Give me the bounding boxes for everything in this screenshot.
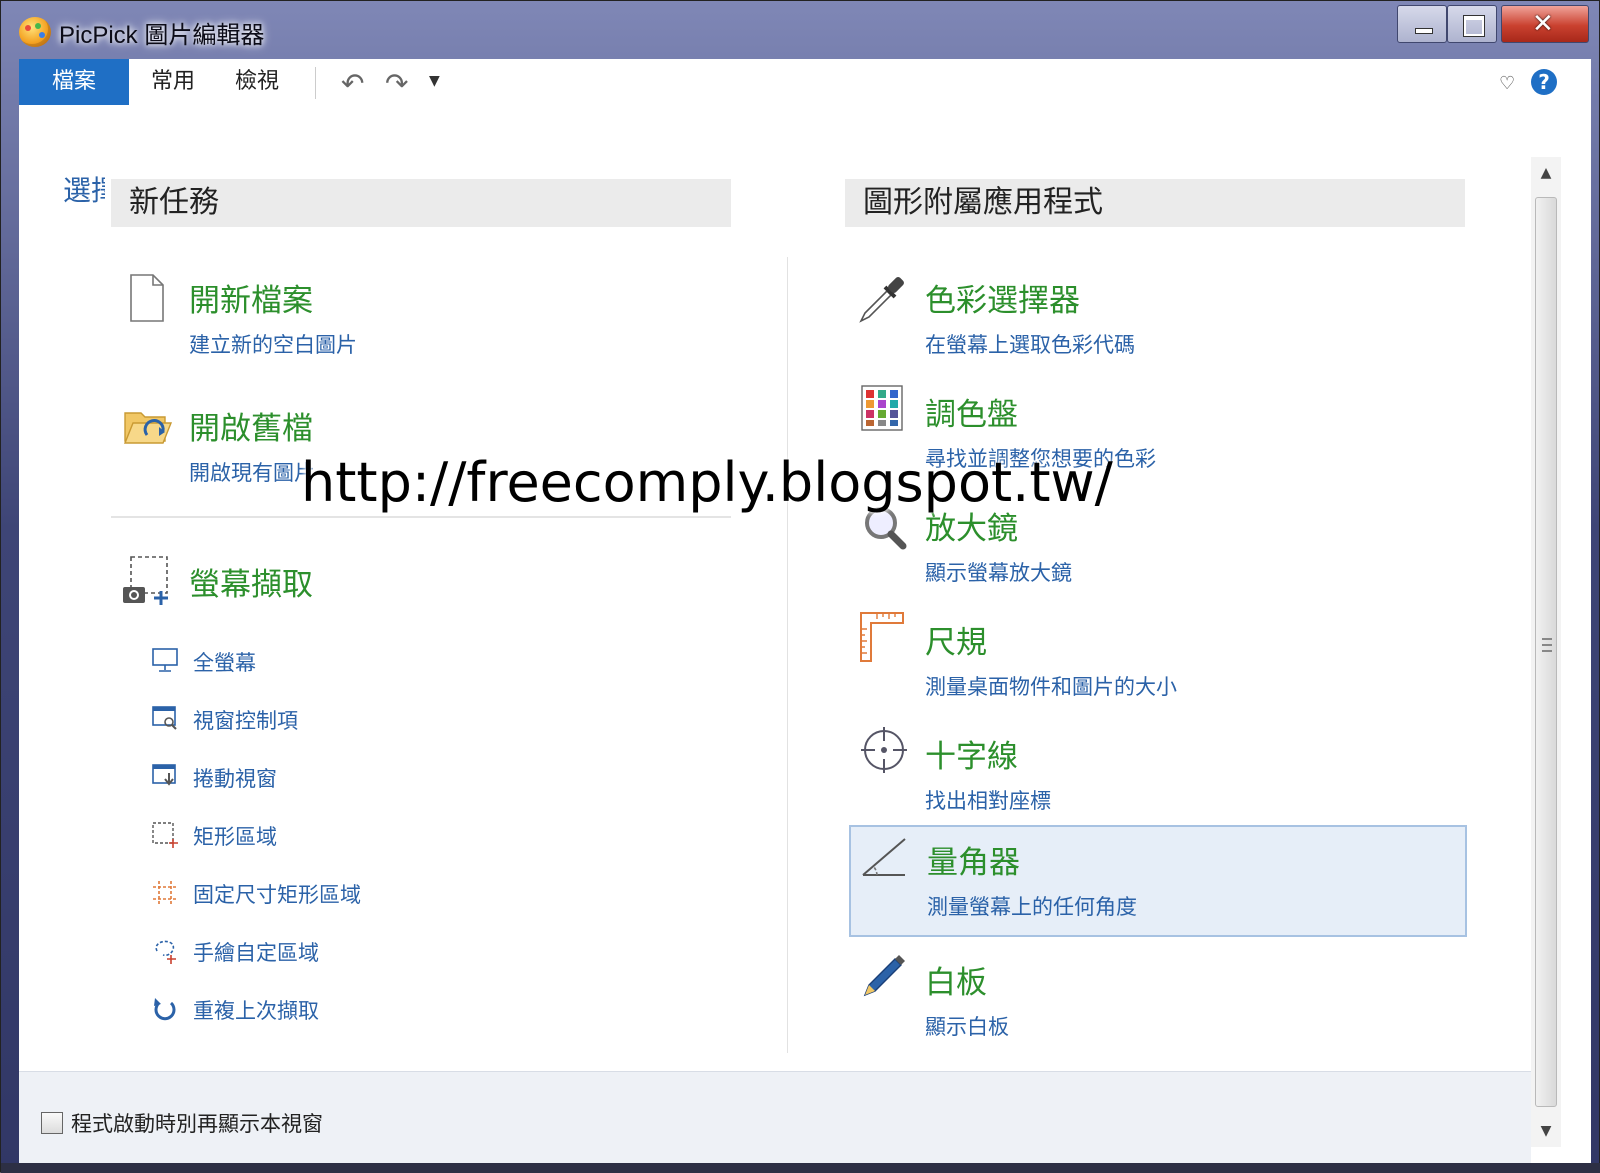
item-title: 尺規 bbox=[925, 625, 987, 661]
item-desc: 顯示白板 bbox=[925, 1015, 1009, 1039]
whiteboard-pen-icon bbox=[863, 955, 905, 997]
capture-freehand[interactable]: 手繪自定區域 bbox=[149, 933, 549, 973]
partial-label: 選擇 bbox=[63, 174, 105, 207]
item-title: 開啟舊檔 bbox=[189, 411, 313, 447]
capture-option-label: 固定尺寸矩形區域 bbox=[193, 883, 361, 907]
new-file-icon bbox=[130, 274, 164, 322]
vertical-scrollbar[interactable]: ▲ ▼ bbox=[1531, 157, 1561, 1147]
item-title: 白板 bbox=[925, 965, 987, 1001]
close-button[interactable] bbox=[1501, 5, 1589, 43]
item-title: 螢幕擷取 bbox=[189, 567, 313, 603]
dont-show-label[interactable]: 程式啟動時別再顯示本視窗 bbox=[71, 1108, 323, 1138]
capture-option-label: 捲動視窗 bbox=[193, 767, 277, 791]
window-title: PicPick 圖片編輯器 bbox=[59, 22, 265, 49]
scroll-window-icon bbox=[152, 764, 176, 786]
eyedropper-icon bbox=[859, 277, 904, 323]
crosshair-item[interactable]: 十字線 找出相對座標 bbox=[853, 723, 1453, 819]
start-screen: 檔案 常用 檢視 ↶ ↷ ▼ ♡ ? 選擇 新任務 圖形附屬應用程式 開新檔案 … bbox=[19, 59, 1591, 1164]
tab-home[interactable]: 常用 bbox=[151, 59, 195, 105]
screen-capture-item[interactable]: 螢幕擷取 bbox=[119, 551, 679, 611]
item-desc: 在螢幕上選取色彩代碼 bbox=[925, 333, 1135, 357]
capture-option-label: 視窗控制項 bbox=[193, 709, 298, 733]
item-desc: 建立新的空白圖片 bbox=[189, 333, 357, 357]
accessories-header: 圖形附屬應用程式 bbox=[845, 179, 1465, 227]
capture-option-label: 重複上次擷取 bbox=[193, 999, 319, 1023]
item-title: 開新檔案 bbox=[189, 283, 313, 319]
redo-icon[interactable]: ↷ bbox=[385, 67, 408, 100]
capture-option-label: 矩形區域 bbox=[193, 825, 277, 849]
watermark-url: http://freecomply.blogspot.tw/ bbox=[301, 451, 1113, 514]
scrollbar-thumb[interactable] bbox=[1535, 197, 1557, 1107]
new-file-item[interactable]: 開新檔案 建立新的空白圖片 bbox=[119, 267, 679, 363]
capture-rect-region[interactable]: 矩形區域 bbox=[149, 817, 549, 857]
title-bar[interactable]: PicPick 圖片編輯器 bbox=[1, 1, 1600, 59]
item-desc: 開啟現有圖片 bbox=[189, 461, 315, 485]
protractor-item-selected[interactable]: 量角器 測量螢幕上的任何角度 bbox=[849, 825, 1467, 937]
capture-fullscreen[interactable]: 全螢幕 bbox=[149, 643, 549, 683]
whiteboard-item[interactable]: 白板 顯示白板 bbox=[853, 949, 1453, 1045]
crosshair-icon bbox=[861, 727, 907, 773]
undo-icon[interactable]: ↶ bbox=[341, 67, 364, 100]
item-title: 量角器 bbox=[927, 845, 1020, 881]
screen-capture-icon bbox=[123, 556, 168, 605]
capture-option-label: 手繪自定區域 bbox=[193, 941, 319, 965]
help-icon[interactable]: ? bbox=[1531, 69, 1557, 95]
protractor-icon bbox=[862, 838, 906, 876]
capture-fixed-rect[interactable]: 固定尺寸矩形區域 bbox=[149, 875, 549, 915]
rect-region-icon bbox=[152, 822, 178, 848]
picpick-logo-icon bbox=[19, 17, 51, 47]
maximize-button[interactable] bbox=[1447, 5, 1497, 43]
fixed-rect-icon bbox=[153, 881, 177, 905]
quick-access-dropdown-icon[interactable]: ▼ bbox=[429, 73, 440, 89]
minimize-button[interactable] bbox=[1397, 5, 1447, 43]
palette-icon bbox=[861, 385, 903, 431]
item-desc: 找出相對座標 bbox=[925, 789, 1051, 813]
start-screen-footer: 程式啟動時別再顯示本視窗 bbox=[19, 1071, 1531, 1164]
freehand-icon bbox=[155, 940, 176, 964]
scroll-down-icon[interactable]: ▼ bbox=[1531, 1115, 1561, 1147]
capture-window-control[interactable]: 視窗控制項 bbox=[149, 701, 549, 741]
folder-open-icon bbox=[123, 412, 173, 444]
ribbon-collapse-icon[interactable]: ♡ bbox=[1499, 73, 1515, 94]
item-desc: 測量螢幕上的任何角度 bbox=[927, 895, 1137, 919]
ruler-item[interactable]: 尺規 測量桌面物件和圖片的大小 bbox=[853, 609, 1453, 705]
new-task-header: 新任務 bbox=[111, 179, 731, 227]
column-divider bbox=[787, 257, 788, 1053]
ribbon-bar: 檔案 常用 檢視 ↶ ↷ ▼ ♡ ? bbox=[19, 59, 1591, 105]
color-picker-item[interactable]: 色彩選擇器 在螢幕上選取色彩代碼 bbox=[853, 267, 1453, 363]
ruler-icon bbox=[860, 612, 904, 662]
scroll-up-icon[interactable]: ▲ bbox=[1531, 157, 1561, 189]
item-desc: 顯示螢幕放大鏡 bbox=[925, 561, 1072, 585]
scrollbar-grip-icon bbox=[1542, 638, 1552, 652]
dont-show-checkbox[interactable] bbox=[41, 1112, 63, 1134]
capture-repeat[interactable]: 重複上次擷取 bbox=[149, 991, 549, 1031]
item-title: 十字線 bbox=[925, 739, 1018, 775]
monitor-icon bbox=[152, 648, 178, 672]
tab-view[interactable]: 檢視 bbox=[235, 59, 279, 105]
capture-scroll-window[interactable]: 捲動視窗 bbox=[149, 759, 549, 799]
toolbar-separator bbox=[315, 67, 316, 99]
window-control-icon bbox=[152, 706, 177, 730]
app-window: PicPick 圖片編輯器 檔案 常用 檢視 ↶ ↷ ▼ ♡ ? 選擇 新任務 … bbox=[0, 0, 1600, 1173]
repeat-icon bbox=[154, 998, 176, 1021]
item-title: 調色盤 bbox=[925, 397, 1018, 433]
item-title: 色彩選擇器 bbox=[925, 283, 1080, 319]
section-divider bbox=[111, 516, 731, 518]
capture-option-label: 全螢幕 bbox=[193, 651, 256, 675]
item-desc: 測量桌面物件和圖片的大小 bbox=[925, 675, 1177, 699]
tab-file[interactable]: 檔案 bbox=[19, 59, 129, 105]
